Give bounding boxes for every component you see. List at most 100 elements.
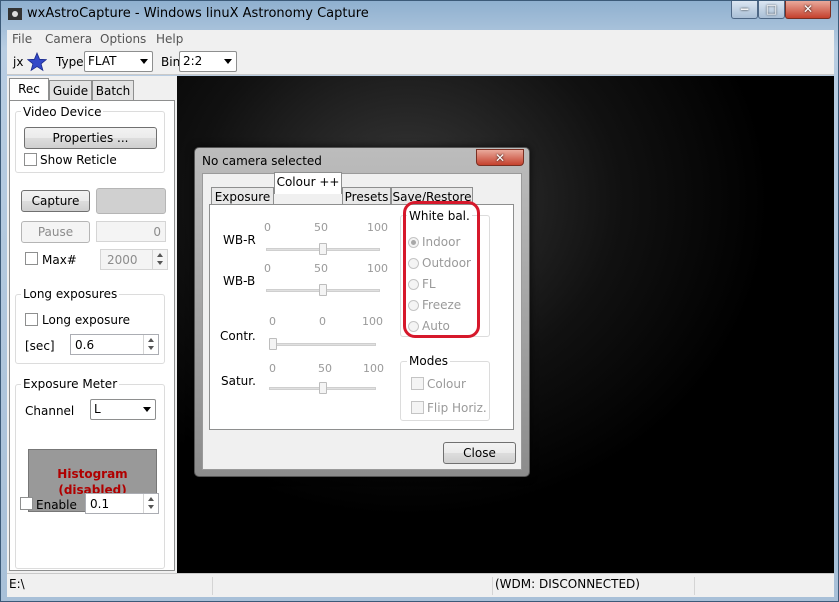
spinner-arrows[interactable] xyxy=(143,335,158,354)
enable-checkbox[interactable] xyxy=(20,497,33,510)
exposure-seconds-spinner[interactable]: 0.6 xyxy=(70,334,159,355)
satur-label: Satur. xyxy=(221,374,256,388)
wbb-label: WB-B xyxy=(223,274,256,288)
status-empty xyxy=(215,577,493,595)
contr-label: Contr. xyxy=(220,329,256,343)
wbb-mid: 50 xyxy=(314,262,328,275)
histogram-title: Histogram xyxy=(57,467,128,481)
close-icon: ✕ xyxy=(494,151,506,165)
max-value: 2000 xyxy=(107,253,138,267)
chevron-down-icon xyxy=(143,407,151,412)
channel-select[interactable]: L xyxy=(90,399,156,420)
colour-label: Colour xyxy=(427,377,466,391)
colour-checkbox[interactable] xyxy=(411,377,424,390)
pause-button[interactable]: Pause xyxy=(21,221,90,243)
window-title: wxAstroCapture - Windows linuX Astronomy… xyxy=(27,6,369,21)
left-panel: Rec Guide Batch Video Device Properties … xyxy=(7,76,177,573)
exposure-seconds-value: 0.6 xyxy=(75,338,95,352)
star-icon[interactable] xyxy=(27,52,47,72)
app-icon xyxy=(8,8,22,20)
pause-value-field[interactable]: 0 xyxy=(96,221,166,242)
close-button[interactable]: Close xyxy=(443,442,516,464)
menu-camera[interactable]: Camera xyxy=(45,32,92,46)
jx-label: jx xyxy=(13,55,24,69)
spinner-arrows[interactable] xyxy=(152,250,167,269)
enable-value-spinner[interactable]: 0.1 xyxy=(85,493,159,514)
maximize-button[interactable]: □ xyxy=(758,1,785,19)
bin-label: Bin xyxy=(161,55,181,69)
max-label: Max# xyxy=(42,253,77,267)
tab-batch[interactable]: Batch xyxy=(92,80,134,101)
satur-max: 100 xyxy=(363,362,384,375)
wbr-min: 0 xyxy=(264,221,271,234)
bin-select[interactable]: 2:2 xyxy=(179,51,237,72)
app-window: wxAstroCapture - Windows linuX Astronomy… xyxy=(0,0,839,602)
wbb-slider-thumb[interactable] xyxy=(319,284,327,296)
status-path: E:\ xyxy=(8,577,213,595)
bin-value: 2:2 xyxy=(183,54,203,68)
enable-value: 0.1 xyxy=(90,497,110,511)
type-label: Type xyxy=(56,55,84,69)
spinner-arrows[interactable] xyxy=(143,494,158,513)
dialog-close-button[interactable]: ✕ xyxy=(476,149,524,166)
toolbar: jx Type FLAT Bin 2:2 xyxy=(7,49,834,75)
camera-dialog: No camera selected ✕ Exposure Colour ++ … xyxy=(194,147,530,477)
chevron-down-icon xyxy=(140,59,148,64)
type-value: FLAT xyxy=(88,54,117,68)
wbb-min: 0 xyxy=(264,262,271,275)
flip-horiz-label: Flip Horiz. xyxy=(427,401,487,415)
status-connection: (WDM: DISCONNECTED) xyxy=(495,577,695,595)
max-spinner[interactable]: 2000 xyxy=(100,249,168,270)
channel-label: Channel xyxy=(25,404,75,418)
wbr-label: WB-R xyxy=(223,233,256,247)
max-checkbox[interactable] xyxy=(25,252,38,265)
wbr-mid: 50 xyxy=(314,221,328,234)
highlight-annotation xyxy=(403,201,480,338)
tab-rec[interactable]: Rec xyxy=(9,78,49,101)
dialog-client: Exposure Colour ++ Presets Save/Restore … xyxy=(202,172,522,470)
long-exposures-label: Long exposures xyxy=(21,287,120,301)
close-window-button[interactable]: ✕ xyxy=(785,1,831,19)
menu-help[interactable]: Help xyxy=(156,32,183,46)
properties-button[interactable]: Properties ... xyxy=(24,127,157,149)
capture-indicator xyxy=(96,188,166,214)
sec-label: [sec] xyxy=(25,339,55,353)
contr-slider-thumb[interactable] xyxy=(269,338,277,350)
channel-value: L xyxy=(94,402,101,416)
maximize-icon: □ xyxy=(765,2,778,16)
menu-bar: File Camera Options Help xyxy=(7,30,834,49)
wbr-slider-thumb[interactable] xyxy=(319,243,327,255)
satur-mid: 50 xyxy=(318,362,332,375)
contr-track[interactable] xyxy=(269,343,376,346)
type-select[interactable]: FLAT xyxy=(84,51,153,72)
dialog-title: No camera selected xyxy=(202,154,322,168)
long-exposure-label: Long exposure xyxy=(42,313,130,327)
tab-guide[interactable]: Guide xyxy=(49,80,92,101)
wbb-max: 100 xyxy=(367,262,388,275)
video-device-label: Video Device xyxy=(21,105,104,119)
chevron-down-icon xyxy=(224,59,232,64)
title-bar[interactable]: wxAstroCapture - Windows linuX Astronomy… xyxy=(1,1,839,28)
contr-max: 100 xyxy=(362,315,383,328)
satur-min: 0 xyxy=(269,362,276,375)
satur-slider-thumb[interactable] xyxy=(318,382,327,394)
tab-colour[interactable]: Colour ++ xyxy=(274,172,342,194)
wbr-max: 100 xyxy=(367,221,388,234)
status-bar: E:\ (WDM: DISCONNECTED) xyxy=(7,573,834,597)
contr-min: 0 xyxy=(269,315,276,328)
pause-value: 0 xyxy=(153,225,161,239)
minimize-button[interactable]: − xyxy=(731,1,758,19)
show-reticle-label: Show Reticle xyxy=(40,153,117,167)
enable-label: Enable xyxy=(36,498,77,512)
modes-label: Modes xyxy=(407,354,450,368)
show-reticle-checkbox[interactable] xyxy=(24,153,37,166)
colour-tab-page: WB-R 0 50 100 WB-B 0 50 100 Contr. 0 0 1… xyxy=(209,201,514,430)
long-exposure-checkbox[interactable] xyxy=(25,313,38,326)
capture-button[interactable]: Capture xyxy=(21,190,90,212)
exposure-meter-label: Exposure Meter xyxy=(21,377,120,391)
flip-horiz-checkbox[interactable] xyxy=(411,401,424,414)
close-icon: ✕ xyxy=(802,2,814,16)
menu-options[interactable]: Options xyxy=(100,32,146,46)
rec-tab-page: Video Device Properties ... Show Reticle… xyxy=(9,100,175,571)
menu-file[interactable]: File xyxy=(12,32,32,46)
